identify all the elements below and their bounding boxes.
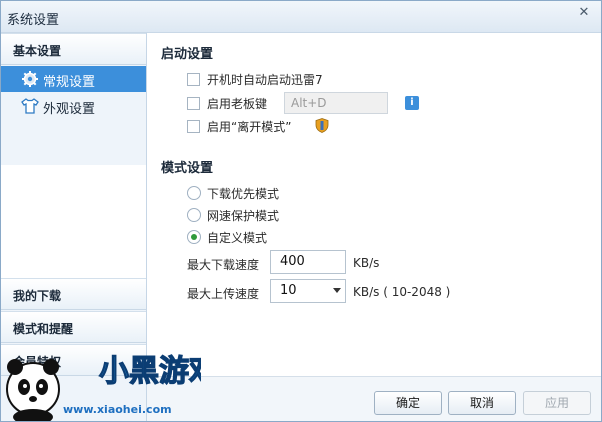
apply-button: 应用 [523, 391, 591, 415]
max-download-unit: KB/s [353, 256, 380, 270]
chevron-down-icon[interactable] [333, 288, 341, 293]
boss-key-label: 启用老板键 [207, 96, 268, 111]
speed-protect-radio[interactable] [187, 208, 201, 222]
info-icon[interactable]: i [405, 96, 419, 110]
cancel-button[interactable]: 取消 [448, 391, 516, 415]
window-title: 系统设置 [7, 13, 60, 28]
ok-button[interactable]: 确定 [374, 391, 442, 415]
download-priority-label: 下载优先模式 [207, 186, 280, 201]
max-upload-select[interactable]: 10 [270, 279, 346, 303]
sidebar-item-appearance-label: 外观设置 [43, 102, 96, 117]
boss-key-input[interactable]: Alt+D [284, 92, 388, 114]
sidebar-header-mode-alerts[interactable]: 模式和提醒 [1, 311, 146, 343]
max-upload-value: 10 [280, 283, 297, 298]
max-download-label: 最大下载速度 [187, 258, 260, 272]
boss-key-option[interactable]: 启用老板键 [187, 93, 267, 113]
content-panel: 启动设置 开机时自动启动迅雷7 启用老板键 Alt+D i 启用“离开模式” 模… [147, 33, 601, 376]
speed-protect-label: 网速保护模式 [207, 208, 280, 223]
custom-mode-option[interactable]: 自定义模式 [187, 227, 267, 247]
boss-key-checkbox[interactable] [187, 96, 200, 110]
sidebar-item-general[interactable]: 常规设置 [1, 66, 146, 92]
away-mode-checkbox[interactable] [187, 119, 200, 133]
gear-icon [22, 71, 38, 87]
watermark-brand: 小黑游戏 [99, 354, 201, 389]
close-icon[interactable]: ✕ [575, 4, 593, 22]
auto-start-option[interactable]: 开机时自动启动迅雷7 [187, 69, 323, 89]
custom-mode-radio[interactable] [187, 230, 201, 244]
shirt-icon [21, 98, 39, 114]
custom-mode-label: 自定义模式 [207, 230, 268, 245]
footer-bar: 确定 取消 应用 [147, 376, 601, 421]
auto-start-label: 开机时自动启动迅雷7 [207, 72, 323, 87]
max-upload-label: 最大上传速度 [187, 287, 260, 301]
panda-mascot-icon [6, 359, 60, 421]
watermark-logo: 小黑游戏 www.xiaohei.com [6, 353, 201, 421]
mode-section-title: 模式设置 [161, 161, 214, 176]
download-priority-option[interactable]: 下载优先模式 [187, 183, 279, 203]
auto-start-checkbox[interactable] [187, 72, 200, 86]
speed-protect-option[interactable]: 网速保护模式 [187, 205, 279, 225]
startup-section-title: 启动设置 [161, 47, 214, 62]
sidebar-header-basic[interactable]: 基本设置 [1, 33, 146, 65]
sidebar-header-downloads[interactable]: 我的下载 [1, 278, 146, 310]
title-bar: 系统设置 ✕ [1, 1, 601, 33]
download-priority-radio[interactable] [187, 186, 201, 200]
shield-icon[interactable] [315, 118, 329, 133]
watermark-url: www.xiaohei.com [63, 403, 172, 416]
away-mode-option[interactable]: 启用“离开模式” [187, 116, 291, 136]
max-download-input[interactable]: 400 [270, 250, 346, 274]
sidebar-item-appearance[interactable]: 外观设置 [1, 93, 146, 119]
settings-window: 系统设置 ✕ 基本设置 常规设置 外观设置 我的下载 模式和提醒 会员特权 启动… [0, 0, 602, 422]
away-mode-label: 启用“离开模式” [207, 119, 292, 134]
max-upload-unit: KB/s ( 10-2048 ) [353, 285, 451, 299]
sidebar-item-general-label: 常规设置 [43, 75, 96, 90]
